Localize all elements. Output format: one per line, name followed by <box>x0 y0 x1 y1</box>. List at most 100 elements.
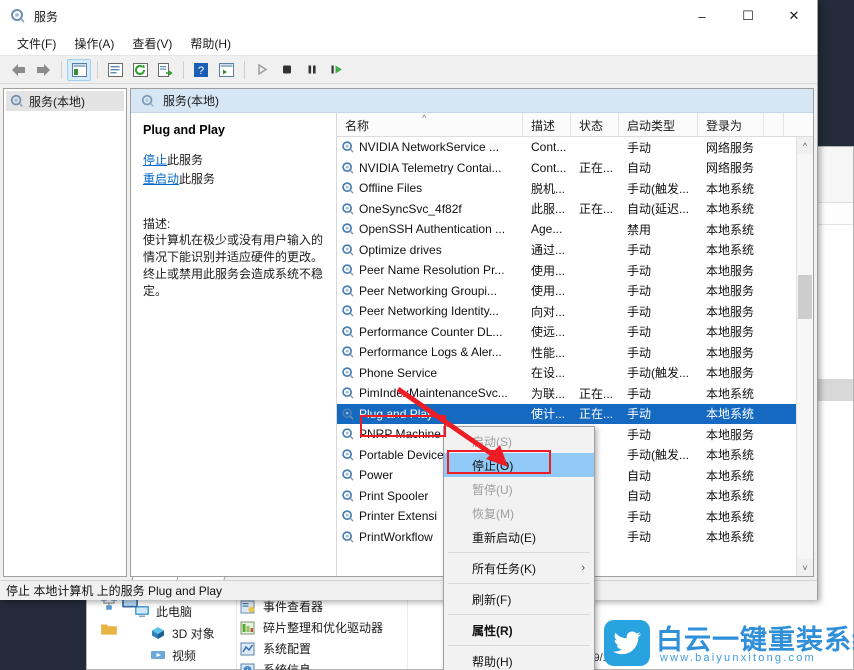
background-tree-label: 视频 <box>172 647 196 664</box>
cell-logon: 本地服务 <box>698 323 764 340</box>
context-menu-item[interactable]: 停止(O) <box>444 453 594 477</box>
cell-startup: 自动 <box>619 487 698 504</box>
context-menu-separator <box>448 645 590 646</box>
table-row[interactable]: Optimize drives通过...手动本地系统 <box>337 240 813 261</box>
menu-view[interactable]: 查看(V) <box>123 33 181 54</box>
table-row[interactable]: OpenSSH Authentication ...Age...禁用本地系统 <box>337 219 813 240</box>
close-button[interactable]: ✕ <box>771 0 817 32</box>
cell-logon: 本地系统 <box>698 446 764 463</box>
stop-service-link[interactable]: 停止 <box>143 153 167 167</box>
table-row[interactable]: NVIDIA Telemetry Contai...Cont...正在...自动… <box>337 158 813 179</box>
cell-startup: 禁用 <box>619 221 698 238</box>
table-row[interactable]: OneSyncSvc_4f82f此服...正在...自动(延迟...本地系统 <box>337 199 813 220</box>
maximize-button[interactable]: ☐ <box>725 0 771 32</box>
table-row[interactable]: Performance Logs & Aler...性能...手动本地服务 <box>337 342 813 363</box>
toolbar[interactable]: ? <box>0 56 817 84</box>
export-list-icon[interactable] <box>153 59 177 81</box>
list-column-header[interactable]: 名称 ^ 描述 状态 启动类型 登录为 <box>337 113 813 137</box>
show-hide-console-tree-icon[interactable] <box>67 59 91 81</box>
table-row[interactable]: Plug and Play使计...正在...手动本地系统 <box>337 404 813 425</box>
restart-service-link[interactable]: 重启动 <box>143 172 179 186</box>
menu-action[interactable]: 操作(A) <box>65 33 123 54</box>
service-gear-icon <box>341 345 355 359</box>
column-header-status[interactable]: 状态 <box>571 113 619 136</box>
help-icon[interactable]: ? <box>189 59 213 81</box>
context-menu-item[interactable]: 属性(R) <box>444 618 594 642</box>
background-tool-item-defrag[interactable]: 碎片整理和优化驱动器 <box>240 617 460 638</box>
toolbar-separator <box>183 61 184 79</box>
cell-desc: 向对... <box>523 303 571 320</box>
context-menu[interactable]: 启动(S)停止(O)暂停(U)恢复(M)重新启动(E)所有任务(K)›刷新(F)… <box>443 426 595 670</box>
background-tree-item-videos[interactable]: 视频 <box>120 644 240 666</box>
context-menu-item[interactable]: 刷新(F) <box>444 587 594 611</box>
results-pane-header: 服务(本地) <box>131 89 813 113</box>
service-name-label: Peer Networking Identity... <box>359 304 499 318</box>
cell-desc: 脱机... <box>523 180 571 197</box>
minimize-button[interactable]: – <box>679 0 725 32</box>
table-row[interactable]: NVIDIA NetworkService ...Cont...手动网络服务 <box>337 137 813 158</box>
background-tool-item-sysinfo[interactable]: i 系统信息 <box>240 659 460 670</box>
cell-logon: 本地系统 <box>698 385 764 402</box>
column-header-logon-as[interactable]: 登录为 <box>698 113 764 136</box>
context-menu-item[interactable]: 重新启动(E) <box>444 525 594 549</box>
table-row[interactable]: Peer Name Resolution Pr...使用...手动本地服务 <box>337 260 813 281</box>
service-name-label: Optimize drives <box>359 243 442 257</box>
context-menu-item: 恢复(M) <box>444 501 594 525</box>
table-row[interactable]: Peer Networking Groupi...使用...手动本地服务 <box>337 281 813 302</box>
cell-name: Offline Files <box>337 181 523 195</box>
scroll-up-icon[interactable]: ^ <box>797 137 813 154</box>
stop-service-icon[interactable] <box>275 59 299 81</box>
context-menu-item-label: 所有任务(K) <box>472 560 536 577</box>
table-row[interactable]: Performance Counter DL...使远...手动本地服务 <box>337 322 813 343</box>
cell-name: NVIDIA NetworkService ... <box>337 140 523 154</box>
background-tree-label: 3D 对象 <box>172 625 215 642</box>
context-menu-item[interactable]: 帮助(H) <box>444 649 594 670</box>
back-arrow-icon[interactable] <box>6 59 30 81</box>
table-row[interactable]: PimIndexMaintenanceSvc...为联...正在...手动本地系… <box>337 383 813 404</box>
console-tree-pane[interactable]: 服务(本地) <box>3 88 127 577</box>
title-bar[interactable]: 服务 – ☐ ✕ <box>0 0 817 32</box>
cell-name: Performance Counter DL... <box>337 325 523 339</box>
background-tool-label: 事件查看器 <box>263 598 323 615</box>
column-header-spacer <box>764 113 784 136</box>
context-menu-item-label: 停止(O) <box>472 457 513 474</box>
context-menu-item-label: 启动(S) <box>472 433 512 450</box>
service-name-label: PNRP Machine <box>359 427 441 441</box>
services-window[interactable]: 服务 – ☐ ✕ 文件(F) 操作(A) 查看(V) 帮助(H) <box>0 0 818 600</box>
scrollbar-thumb[interactable] <box>798 275 812 319</box>
column-header-name[interactable]: 名称 ^ <box>337 113 523 136</box>
toolbar-separator <box>61 61 62 79</box>
forward-arrow-icon[interactable] <box>31 59 55 81</box>
background-tool-item-msconfig[interactable]: 系统配置 <box>240 638 460 659</box>
column-header-description[interactable]: 描述 <box>523 113 571 136</box>
table-row[interactable]: Phone Service在设...手动(触发...本地服务 <box>337 363 813 384</box>
tree-node-services-local[interactable]: 服务(本地) <box>6 91 124 111</box>
cell-logon: 本地服务 <box>698 426 764 443</box>
service-name-label: Peer Name Resolution Pr... <box>359 263 504 277</box>
column-header-startup-type[interactable]: 启动类型 <box>619 113 698 136</box>
menu-bar[interactable]: 文件(F) 操作(A) 查看(V) 帮助(H) <box>0 32 817 56</box>
cell-name: OpenSSH Authentication ... <box>337 222 523 236</box>
refresh-icon[interactable] <box>128 59 152 81</box>
window-controls[interactable]: – ☐ ✕ <box>679 0 817 32</box>
table-row[interactable]: Peer Networking Identity...向对...手动本地服务 <box>337 301 813 322</box>
properties-icon[interactable] <box>103 59 127 81</box>
list-vertical-scrollbar[interactable]: ^ ˅ <box>796 137 813 576</box>
pause-service-icon[interactable] <box>300 59 324 81</box>
menu-help[interactable]: 帮助(H) <box>181 33 240 54</box>
cell-desc: 在设... <box>523 364 571 381</box>
scroll-down-icon[interactable]: ˅ <box>797 559 813 576</box>
detail-description-text: 使计算机在极少或没有用户输入的情况下能识别并适应硬件的更改。终止或禁用此服务会造… <box>143 232 324 300</box>
menu-file[interactable]: 文件(F) <box>8 33 65 54</box>
start-service-icon[interactable] <box>250 59 274 81</box>
column-header-name-label: 名称 <box>345 119 369 133</box>
cell-logon: 本地服务 <box>698 364 764 381</box>
service-name-label: Peer Networking Groupi... <box>359 284 497 298</box>
show-action-pane-icon[interactable] <box>214 59 238 81</box>
table-row[interactable]: Offline Files脱机...手动(触发...本地系统 <box>337 178 813 199</box>
cell-startup: 自动 <box>619 467 698 484</box>
cell-logon: 本地系统 <box>698 467 764 484</box>
cell-name: OneSyncSvc_4f82f <box>337 202 523 216</box>
restart-service-icon[interactable] <box>325 59 349 81</box>
context-menu-item[interactable]: 所有任务(K)› <box>444 556 594 580</box>
